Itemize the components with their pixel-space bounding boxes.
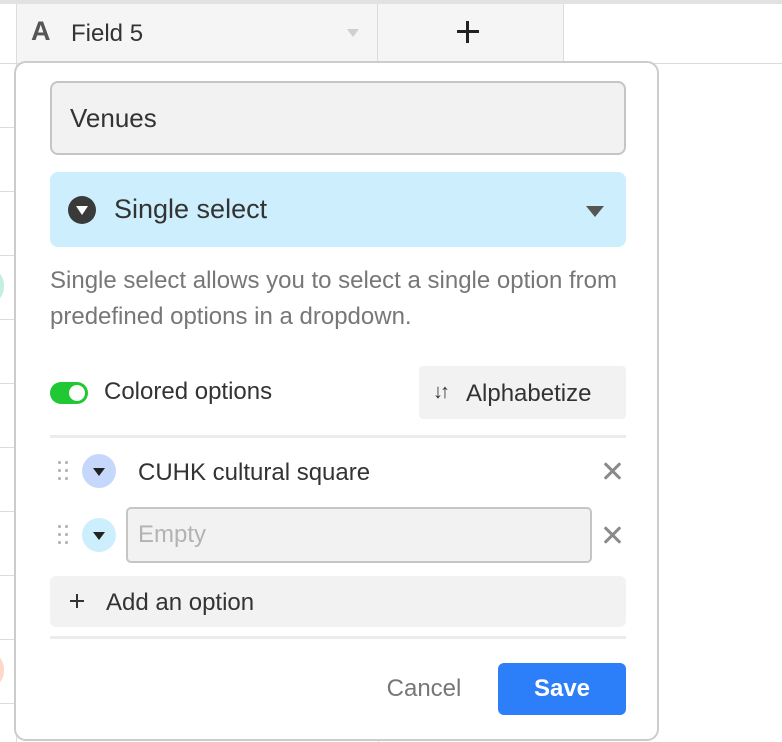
single-select-icon — [68, 196, 96, 224]
text-field-type-icon: A — [31, 16, 51, 46]
option-color-dropdown[interactable] — [82, 518, 116, 552]
cell-chip-partial — [0, 272, 4, 300]
close-icon[interactable] — [602, 524, 624, 546]
plus-icon — [70, 594, 84, 608]
field-type-description: Single select allows you to select a sin… — [50, 267, 617, 330]
add-field-button[interactable] — [378, 4, 564, 63]
alphabetize-button[interactable]: ↓↑ Alphabetize — [419, 366, 626, 419]
field-config-dialog: Single select Single select allows you t… — [14, 61, 659, 741]
alphabetize-label: Alphabetize — [466, 380, 592, 407]
option-color-dropdown[interactable] — [82, 454, 116, 488]
drag-handle-icon[interactable] — [58, 525, 70, 545]
column-header-label: Field 5 — [71, 20, 144, 47]
divider — [50, 435, 626, 438]
column-header-row: A Field 5 — [0, 4, 782, 64]
field-type-label: Single select — [114, 194, 268, 224]
plus-icon — [457, 21, 479, 43]
field-type-select[interactable]: Single select — [50, 172, 626, 247]
option-row — [50, 507, 626, 563]
colored-options-label: Colored options — [104, 378, 273, 405]
option-name-input[interactable] — [126, 507, 592, 563]
close-icon[interactable] — [602, 460, 624, 482]
cancel-button[interactable]: Cancel — [368, 663, 480, 715]
sort-icon: ↓↑ — [433, 381, 450, 403]
save-button[interactable]: Save — [498, 663, 626, 715]
add-option-button[interactable]: Add an option — [50, 576, 626, 627]
column-header-field-5[interactable]: A Field 5 — [16, 4, 378, 63]
chevron-down-icon[interactable] — [347, 29, 359, 37]
option-label[interactable]: CUHK cultural square — [138, 459, 370, 487]
divider — [50, 636, 626, 639]
toggle-knob — [69, 385, 85, 401]
drag-handle-icon[interactable] — [58, 461, 70, 481]
cell-chip-partial — [0, 656, 4, 684]
colored-options-toggle[interactable] — [50, 382, 88, 404]
option-row: CUHK cultural square — [50, 445, 626, 499]
chevron-down-icon — [586, 206, 604, 217]
field-name-input[interactable] — [50, 81, 626, 155]
add-option-label: Add an option — [106, 589, 255, 616]
